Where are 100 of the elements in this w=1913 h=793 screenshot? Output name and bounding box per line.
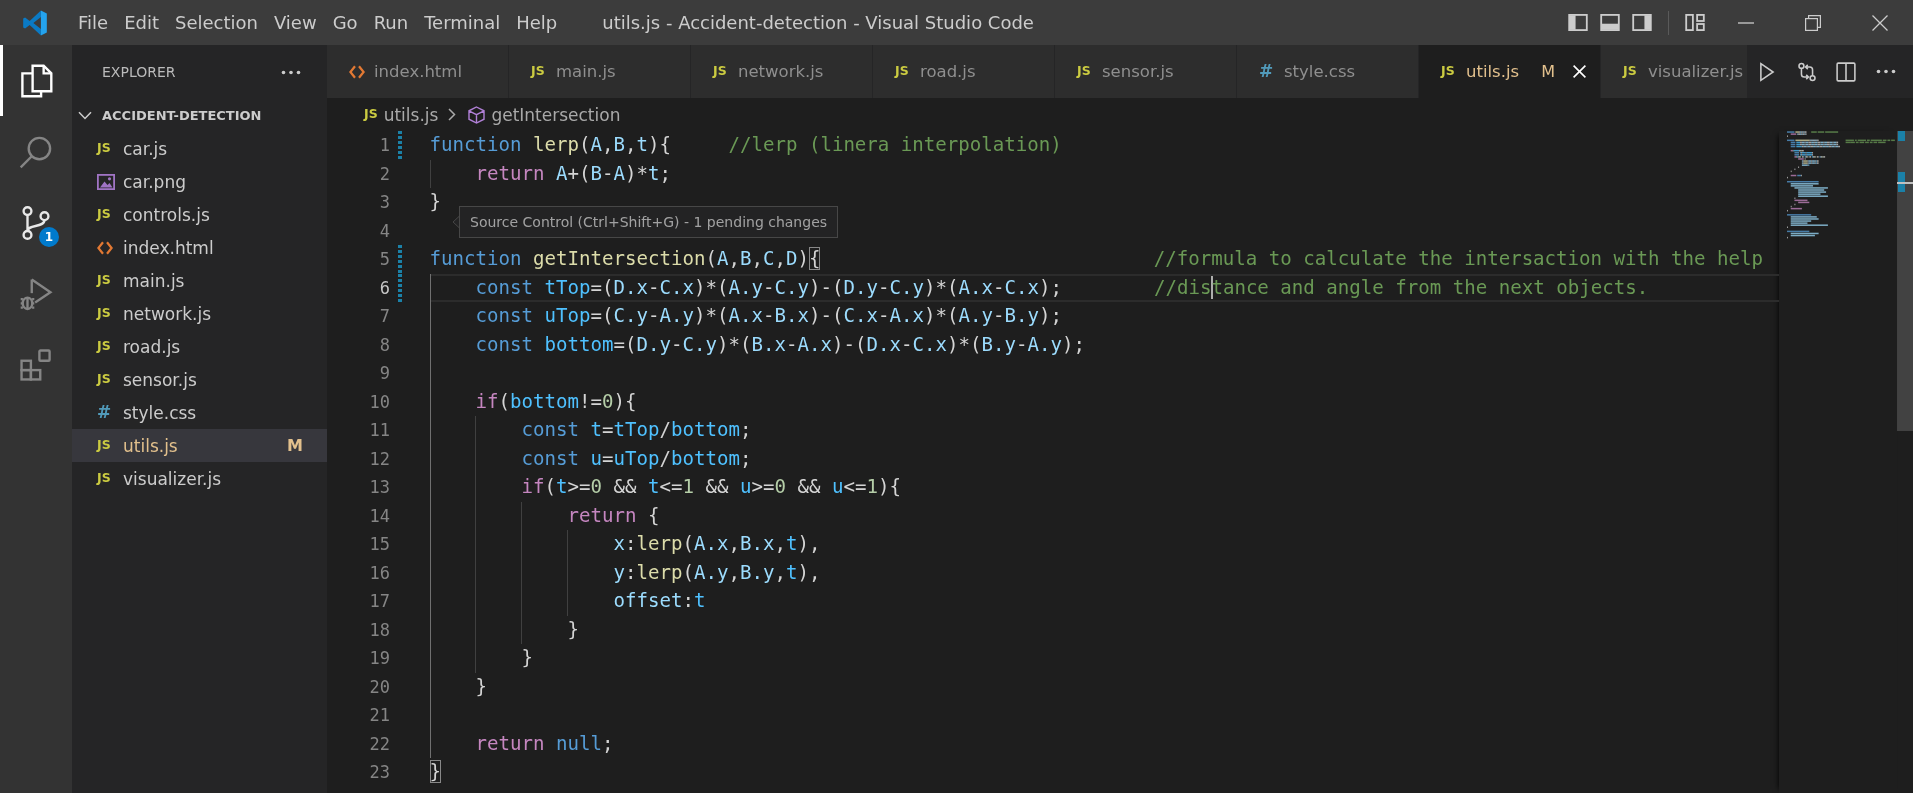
explorer-item[interactable]: index.html — [72, 231, 327, 264]
tab[interactable]: JS road.js — [873, 45, 1055, 98]
line-number: 15 — [368, 533, 390, 556]
line-number: 13 — [368, 476, 390, 499]
code-line: function lerp(A,B,t){ //lerp (linera interpolation) — [429, 133, 1062, 156]
file-type-label: JS — [531, 65, 545, 78]
code-line: if(t>=0 && t<=1 && u>=0 && u<=1){ — [521, 475, 901, 498]
code-line: } — [567, 617, 579, 641]
explorer-item[interactable]: JS visualizer.js — [72, 462, 327, 495]
code-line: offset:t — [613, 589, 706, 612]
line-number: 17 — [368, 590, 390, 613]
restore-icon[interactable] — [1804, 14, 1821, 31]
pending-count: 1 — [39, 227, 59, 247]
file-type-label: JS — [97, 274, 111, 287]
code-line: } — [475, 674, 487, 698]
file-type-label: JS — [97, 208, 111, 221]
sidebar-title: EXPLORER — [102, 64, 177, 80]
explorer-item[interactable]: JS road.js — [72, 330, 327, 363]
line-number: 14 — [368, 504, 390, 528]
tab[interactable]: JS utils.js M — [1419, 45, 1601, 98]
tab[interactable]: JS network.js — [691, 45, 873, 98]
explorer-item[interactable]: JS car.js — [72, 132, 327, 165]
sidebar-left-icon[interactable] — [1568, 14, 1588, 31]
breadcrumb-item[interactable]: getIntersection — [468, 104, 621, 125]
menu-item[interactable]: Terminal — [416, 0, 509, 45]
image-file-icon — [97, 173, 115, 190]
line-number: 16 — [368, 561, 390, 585]
line-number: 12 — [368, 447, 390, 471]
line-number: 8 — [378, 333, 390, 357]
file-type-label: JS — [364, 108, 378, 121]
explorer-item[interactable]: car.png — [72, 165, 327, 198]
code-line: } — [429, 760, 441, 783]
sidebar-right-icon[interactable] — [1632, 14, 1652, 31]
menu-item[interactable]: Run — [365, 0, 417, 45]
code-line: function getIntersection(A,B,C,D){ //formula to calculate the intersaction with the help — [429, 247, 1764, 270]
explorer-item[interactable]: JS network.js — [72, 297, 327, 330]
explorer-item[interactable]: JS controls.js — [72, 198, 327, 231]
more-actions-icon[interactable] — [1875, 69, 1896, 74]
play-bug-icon[interactable] — [19, 276, 53, 311]
split-view-icon[interactable] — [1836, 61, 1856, 82]
file-type-label: JS — [97, 472, 111, 485]
file-type-label: # — [1259, 63, 1274, 80]
code-line: } — [521, 646, 533, 669]
menu-item[interactable]: File — [70, 0, 117, 45]
file-type-label: JS — [1077, 65, 1091, 78]
tab[interactable]: JS main.js — [509, 45, 691, 98]
line-number: 21 — [368, 704, 390, 727]
play-icon[interactable] — [1757, 61, 1777, 82]
compare-icon[interactable] — [1796, 61, 1817, 82]
menu-item[interactable]: Go — [324, 0, 366, 45]
code-line: return null; — [475, 731, 614, 755]
code-line: if(bottom!=0){ — [475, 389, 637, 413]
code-line: return { — [567, 503, 660, 527]
line-number: 22 — [368, 732, 390, 756]
layout-grid-icon[interactable] — [1685, 14, 1705, 31]
line-number: 20 — [368, 675, 390, 699]
angle-brackets-icon — [349, 64, 365, 79]
file-type-label: JS — [895, 65, 909, 78]
code-line: return A+(B-A)*t; — [475, 161, 671, 185]
close-icon[interactable] — [1871, 14, 1888, 31]
line-number: 5 — [378, 248, 390, 271]
line-number: 18 — [368, 618, 390, 642]
explorer-item[interactable]: JS sensor.js — [72, 363, 327, 396]
explorer-item[interactable]: # style.css — [72, 396, 327, 429]
line-number: 2 — [378, 162, 390, 186]
app-logo-icon[interactable] — [22, 9, 48, 36]
file-type-label: JS — [1441, 65, 1455, 78]
menu-item[interactable]: Edit — [116, 0, 167, 45]
line-number: 3 — [378, 191, 390, 214]
minimize-icon[interactable] — [1737, 21, 1754, 24]
explorer-folder[interactable]: ACCIDENT-DETECTION — [72, 99, 327, 132]
tab[interactable]: # style.css — [1237, 45, 1419, 98]
line-number: 6 — [378, 276, 390, 300]
ruler-change-marker-icon — [1898, 172, 1905, 192]
tab[interactable]: JS visualizer.js — [1601, 45, 1748, 98]
git-status: M — [1541, 62, 1555, 81]
branch-icon[interactable] — [19, 205, 53, 240]
tab[interactable]: JS sensor.js — [1055, 45, 1237, 98]
tab[interactable]: index.html — [327, 45, 509, 98]
ruler-cursor-marker-icon — [1897, 182, 1913, 184]
menu-item[interactable]: Help — [508, 0, 566, 45]
explorer-item[interactable]: JS utils.js M — [72, 429, 327, 462]
documents-icon[interactable] — [19, 63, 53, 98]
blocks-icon[interactable] — [19, 347, 53, 382]
chevron-right-icon — [448, 108, 457, 121]
file-type-label: JS — [97, 307, 111, 320]
line-number: 19 — [368, 647, 390, 670]
line-number: 10 — [368, 390, 390, 414]
search-icon[interactable] — [19, 134, 53, 169]
menu-item[interactable]: View — [265, 0, 325, 45]
menu-item[interactable]: Selection — [167, 0, 266, 45]
breadcrumb-item[interactable]: JS utils.js — [364, 104, 439, 125]
explorer-item[interactable]: JS main.js — [72, 264, 327, 297]
panel-bottom-icon[interactable] — [1600, 14, 1620, 31]
code-line: const bottom=(D.y-C.y)*(B.x-A.x)-(D.x-C.x)*(B.y-A.y); — [475, 332, 1085, 356]
more-actions-icon[interactable] — [281, 69, 301, 75]
scrollbar-thumb[interactable] — [1897, 131, 1913, 431]
line-number: 7 — [378, 305, 390, 328]
file-type-label: JS — [97, 340, 111, 353]
window-title: utils.js - Accident-detection - Visual Studio Code — [602, 12, 1035, 33]
